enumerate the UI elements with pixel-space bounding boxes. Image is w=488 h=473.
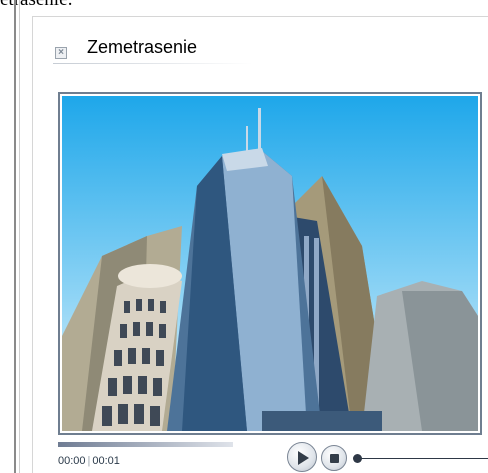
stop-button[interactable]: [321, 445, 347, 471]
duration-time: 00:01: [92, 455, 120, 467]
current-time: 00:00: [58, 455, 86, 467]
play-icon: [298, 451, 309, 465]
left-border-rule-inner: [19, 0, 20, 473]
volume-slider-track[interactable]: [361, 458, 488, 459]
media-widget-panel: × Zemetrasenie 00:00 | 00:01: [32, 16, 488, 473]
left-border-rule: [14, 0, 16, 473]
title-underline: [53, 63, 253, 64]
video-frame[interactable]: [58, 92, 482, 435]
close-x-icon[interactable]: ×: [55, 47, 67, 59]
widget-title-row: × Zemetrasenie: [55, 37, 285, 59]
playback-progress-bar[interactable]: [58, 442, 233, 447]
stop-icon: [330, 454, 339, 463]
page-heading-fragment: etrasenie:: [0, 0, 170, 11]
video-thumbnail: [62, 96, 478, 431]
time-readout: 00:00 | 00:01: [58, 455, 120, 467]
play-button[interactable]: [287, 442, 317, 472]
widget-title: Zemetrasenie: [87, 37, 198, 57]
